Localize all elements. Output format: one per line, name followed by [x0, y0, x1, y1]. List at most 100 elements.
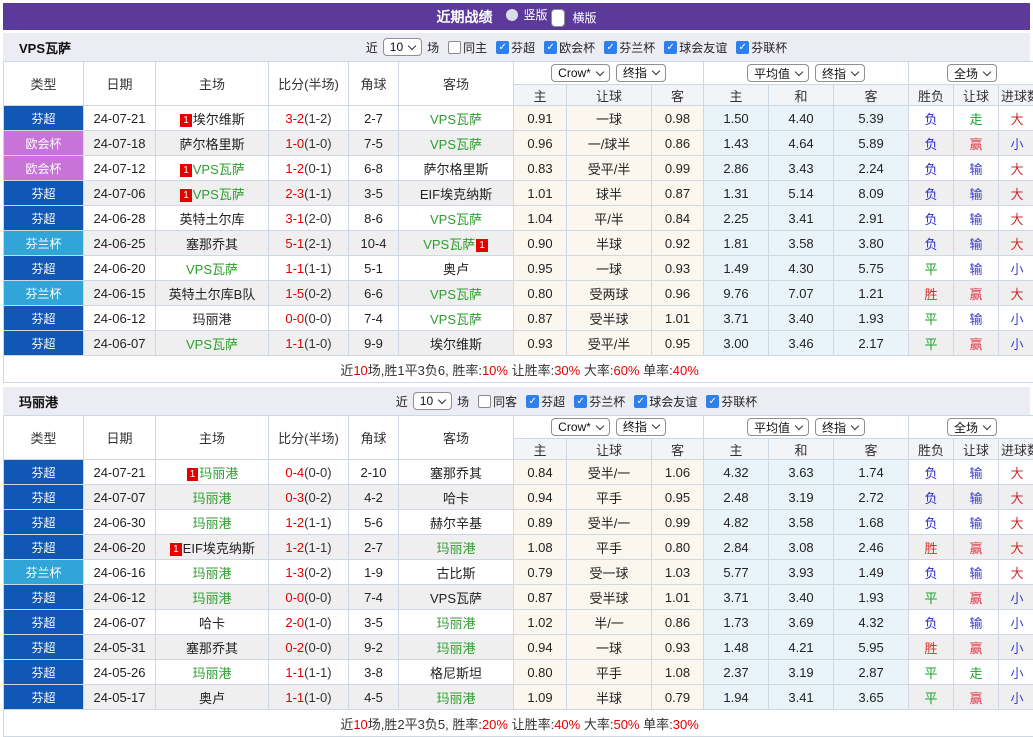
chevron-down-icon: [851, 67, 859, 75]
fulltime-score: 2-3: [285, 186, 304, 201]
summary-text: 单率:: [640, 363, 673, 378]
match-type-cell: 欧会杯: [4, 156, 84, 181]
table-row: 芬超24-07-07玛丽港0-3(0-2)4-2哈卡0.94平手0.952.48…: [4, 485, 1033, 510]
fulltime-score: 1-5: [285, 286, 304, 301]
result-goals-cell: 小: [999, 131, 1033, 156]
average-odds-cell: 3.93: [769, 560, 834, 585]
league-checkbox[interactable]: ✓: [706, 395, 719, 408]
crow-odds-cell: 受半球: [567, 585, 652, 610]
team-name-away: VPS瓦萨: [430, 312, 482, 327]
column-header: 角球: [349, 416, 399, 460]
average-odds-cell: 4.82: [704, 510, 769, 535]
summary-text: 10: [353, 717, 367, 732]
crow-odds-cell: 0.84: [652, 206, 704, 231]
odds-select-2-0[interactable]: 全场: [947, 64, 997, 82]
team-name-home: 玛丽港: [192, 591, 231, 606]
near-count-select[interactable]: 10: [383, 38, 422, 56]
team-name-away: VPS瓦萨: [430, 212, 482, 227]
team-cell-away: 埃尔维斯: [399, 331, 514, 356]
odds-select-0-1[interactable]: 终指: [616, 64, 666, 82]
result-wdl-cell: 平: [909, 685, 954, 710]
select-value: 全场: [954, 65, 978, 82]
view-radio-vertical[interactable]: 竖版: [506, 6, 547, 23]
league-checkbox[interactable]: ✓: [574, 395, 587, 408]
odds-group-header: 平均值终指: [704, 416, 909, 439]
average-odds-cell: 3.58: [769, 510, 834, 535]
near-count-select[interactable]: 10: [413, 392, 452, 410]
average-odds-cell: 4.30: [769, 256, 834, 281]
odds-select-1-1[interactable]: 终指: [815, 64, 865, 82]
odds-column-header: 客: [652, 85, 704, 106]
odds-column-header: 让球: [954, 439, 999, 460]
odds-select-1-1[interactable]: 终指: [815, 418, 865, 436]
result-wdl-cell: 平: [909, 256, 954, 281]
crow-odds-cell: 平手: [567, 660, 652, 685]
select-value: 10: [390, 40, 403, 54]
league-checkbox[interactable]: ✓: [544, 41, 557, 54]
match-type-cell: 芬超: [4, 256, 84, 281]
odds-select-0-1[interactable]: 终指: [616, 418, 666, 436]
crow-odds-cell: 1.03: [652, 560, 704, 585]
same-venue-checkbox[interactable]: [448, 41, 461, 54]
average-odds-cell: 3.80: [834, 231, 909, 256]
league-checkbox[interactable]: ✓: [736, 41, 749, 54]
team-cell-home: 1VPS瓦萨: [156, 181, 269, 206]
team-name-home: VPS瓦萨: [186, 262, 238, 277]
average-odds-cell: 4.40: [769, 106, 834, 131]
league-checkbox[interactable]: ✓: [526, 395, 539, 408]
date-cell: 24-06-20: [84, 535, 156, 560]
average-odds-cell: 2.91: [834, 206, 909, 231]
odds-column-header: 主: [704, 85, 769, 106]
team-name-away: 玛丽港: [436, 616, 475, 631]
match-type-cell: 芬超: [4, 635, 84, 660]
team-name-away: 奥卢: [443, 262, 469, 277]
table-row: 芬兰杯24-06-16玛丽港1-3(0-2)1-9古比斯0.79受一球1.035…: [4, 560, 1033, 585]
result-goals-cell: 小: [999, 685, 1033, 710]
same-venue-checkbox[interactable]: [478, 395, 491, 408]
crow-odds-cell: 受半/一: [567, 460, 652, 485]
odds-select-0-0[interactable]: Crow*: [551, 418, 610, 436]
chevron-down-icon: [851, 421, 859, 429]
odds-select-1-0[interactable]: 平均值: [747, 418, 809, 436]
league-checkbox[interactable]: ✓: [664, 41, 677, 54]
summary-text: 让胜率:: [508, 363, 554, 378]
top-bar: 近期战绩 竖版横版: [3, 3, 1030, 30]
league-checkbox[interactable]: ✓: [496, 41, 509, 54]
halftime-score: (1-0): [304, 615, 331, 630]
league-checkbox[interactable]: ✓: [604, 41, 617, 54]
red-card-badge: 1: [476, 239, 488, 252]
team-name-away: 玛丽港: [436, 641, 475, 656]
odds-select-2-0[interactable]: 全场: [947, 418, 997, 436]
crow-odds-cell: 0.80: [514, 660, 567, 685]
result-goals-cell: 大: [999, 485, 1033, 510]
select-value: Crow*: [558, 420, 591, 434]
crow-odds-cell: 0.86: [652, 610, 704, 635]
summary-row: 近10场,胜1平3负6, 胜率:10% 让胜率:30% 大率:60% 单率:40…: [4, 356, 1033, 383]
team-name-away: VPS瓦萨: [430, 287, 482, 302]
match-type-cell: 芬超: [4, 660, 84, 685]
corners-cell: 9-2: [349, 635, 399, 660]
average-odds-cell: 1.43: [704, 131, 769, 156]
league-checkbox[interactable]: ✓: [634, 395, 647, 408]
odds-column-header: 和: [769, 439, 834, 460]
result-wdl-cell: 负: [909, 485, 954, 510]
crow-odds-cell: 0.79: [652, 685, 704, 710]
average-odds-cell: 4.32: [704, 460, 769, 485]
view-radio-horizontal[interactable]: 横版: [548, 9, 597, 27]
odds-select-1-0[interactable]: 平均值: [747, 64, 809, 82]
score-cell: 0-3(0-2): [269, 485, 349, 510]
result-wdl-cell: 平: [909, 660, 954, 685]
column-header: 比分(半场): [269, 62, 349, 106]
result-goals-cell: 大: [999, 206, 1033, 231]
odds-select-0-0[interactable]: Crow*: [551, 64, 610, 82]
crow-odds-cell: 受两球: [567, 281, 652, 306]
date-cell: 24-06-25: [84, 231, 156, 256]
match-type-cell: 芬超: [4, 485, 84, 510]
crow-odds-cell: 0.86: [652, 131, 704, 156]
team-cell-away: 玛丽港: [399, 685, 514, 710]
match-type-cell: 芬超: [4, 610, 84, 635]
result-handicap-cell: 输: [954, 156, 999, 181]
chevron-down-icon: [408, 41, 416, 49]
score-cell: 0-0(0-0): [269, 306, 349, 331]
team-name-home: 玛丽港: [192, 491, 231, 506]
